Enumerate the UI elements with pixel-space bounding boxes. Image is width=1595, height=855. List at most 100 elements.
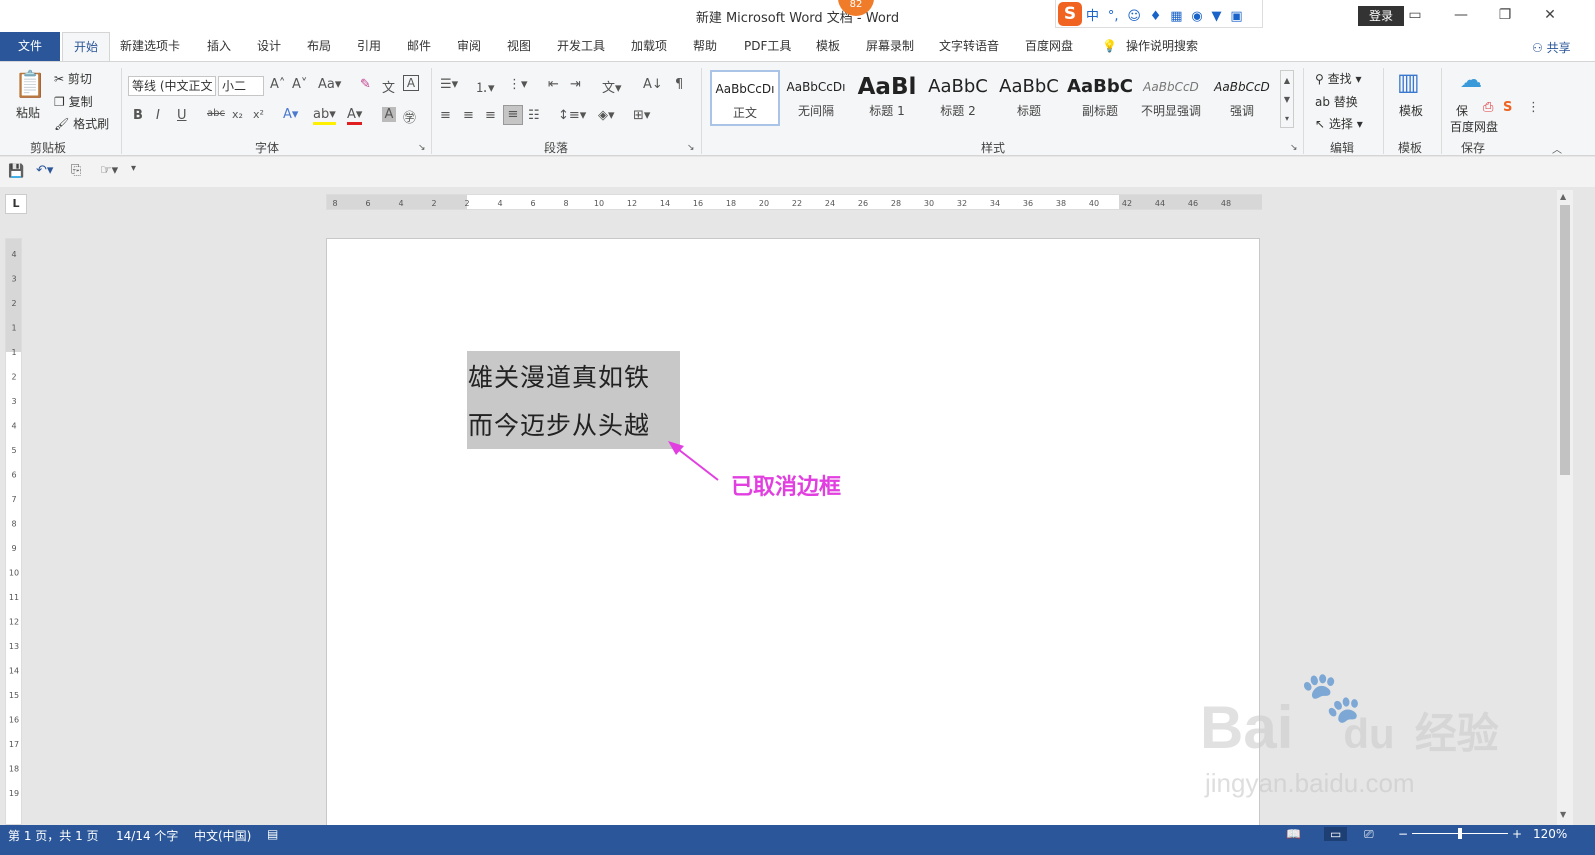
zoom-out-icon[interactable]: − xyxy=(1398,827,1408,841)
pdf-icon[interactable]: ⎙ xyxy=(1483,100,1493,115)
restore-icon[interactable]: ❐ xyxy=(1490,4,1520,26)
bold-icon[interactable]: B xyxy=(133,108,143,123)
word-count[interactable]: 14/14 个字 xyxy=(116,827,178,844)
login-button[interactable]: 登录 xyxy=(1358,6,1404,26)
style-heading-2[interactable]: AaBbC 标题 2 xyxy=(923,70,993,126)
style-normal[interactable]: AaBbCcDı 正文 xyxy=(710,70,780,126)
highlight-icon[interactable]: ab▾ xyxy=(313,107,336,125)
clear-format-icon[interactable]: ✎ xyxy=(360,77,371,92)
phonetic-guide-icon[interactable]: 文 xyxy=(382,77,395,96)
tab-home[interactable]: 开始 xyxy=(62,32,110,62)
shrink-font-icon[interactable]: A˅ xyxy=(292,77,307,92)
tab-layout[interactable]: 布局 xyxy=(303,32,335,62)
tab-mailings[interactable]: 邮件 xyxy=(403,32,435,62)
char-border-icon[interactable]: A xyxy=(403,75,419,91)
document-page[interactable] xyxy=(326,238,1260,838)
share-button[interactable]: ⚇ 共享 xyxy=(1532,39,1571,56)
save-button-line1[interactable]: 保 xyxy=(1456,102,1468,119)
tab-help[interactable]: 帮助 xyxy=(689,32,721,62)
increase-indent-icon[interactable]: ⇥ xyxy=(570,77,581,92)
italic-icon[interactable]: I xyxy=(156,108,160,123)
collapse-ribbon-icon[interactable]: ︿ xyxy=(1552,141,1562,156)
tell-me-search[interactable]: 操作说明搜索 xyxy=(1122,32,1202,62)
font-dialog-launcher-icon[interactable]: ↘ xyxy=(418,143,426,153)
justify-icon[interactable]: ≡ xyxy=(503,105,523,125)
subscript-icon[interactable]: x₂ xyxy=(232,108,243,121)
distributed-icon[interactable]: ☷ xyxy=(528,108,540,123)
macro-record-icon[interactable]: ▤ xyxy=(267,827,278,841)
undo-icon[interactable]: ↶▾ xyxy=(36,163,53,178)
poem-line-2[interactable]: 而今迈步从头越 xyxy=(468,406,650,442)
microphone-icon[interactable]: ♦ xyxy=(1150,9,1162,24)
touch-mode-icon[interactable]: ☞▾ xyxy=(100,163,118,178)
page-count[interactable]: 第 1 页，共 1 页 xyxy=(8,827,99,844)
tab-file[interactable]: 文件 xyxy=(0,32,60,62)
style-emphasis[interactable]: AaBbCcD 强调 xyxy=(1207,70,1277,126)
tab-text-to-speech[interactable]: 文字转语音 xyxy=(935,32,1003,62)
style-title[interactable]: AaBbC 标题 xyxy=(994,70,1064,126)
tab-screen-record[interactable]: 屏幕录制 xyxy=(862,32,918,62)
borders-icon[interactable]: ⊞▾ xyxy=(633,108,650,123)
redo-icon[interactable]: ⎘ xyxy=(71,163,81,178)
shading-icon[interactable]: ◈▾ xyxy=(598,108,615,123)
template-button[interactable]: 模板 xyxy=(1399,102,1423,119)
tab-insert[interactable]: 插入 xyxy=(203,32,235,62)
tab-references[interactable]: 引用 xyxy=(353,32,385,62)
show-marks-icon[interactable]: ¶ xyxy=(675,77,683,92)
style-subtitle[interactable]: AaBbC 副标题 xyxy=(1065,70,1135,126)
tab-developer[interactable]: 开发工具 xyxy=(553,32,609,62)
horizontal-ruler[interactable]: 8 6 4 2 2 4 6 8 10 12 14 16 18 20 22 24 26 28 30 32 34 36 38 40… xyxy=(326,194,1262,210)
customize-qat-icon[interactable]: ▾ xyxy=(131,163,136,174)
copy-button[interactable]: ❐ 复制 xyxy=(54,93,93,110)
language-status[interactable]: 中文(中国) xyxy=(194,827,251,844)
char-shading-icon[interactable]: A xyxy=(382,107,396,122)
overflow-icon[interactable]: ⋮ xyxy=(1527,100,1540,115)
vertical-ruler[interactable]: 4 3 2 1 1 2 3 4 5 6 7 8 9 10 11 12 13 14 15 16 17 18 19 xyxy=(5,238,22,825)
align-right-icon[interactable]: ≡ xyxy=(485,108,496,123)
align-center-icon[interactable]: ≡ xyxy=(463,108,474,123)
tab-template[interactable]: 模板 xyxy=(812,32,844,62)
change-case-icon[interactable]: Aa▾ xyxy=(318,77,341,92)
text-direction-icon[interactable]: 文▾ xyxy=(602,77,622,96)
decrease-indent-icon[interactable]: ⇤ xyxy=(548,77,559,92)
scroll-up-icon[interactable]: ▲ xyxy=(1560,192,1566,201)
template-icon[interactable]: ▥ xyxy=(1397,68,1420,96)
ime-lang[interactable]: 中 xyxy=(1086,5,1099,24)
sogou-icon[interactable]: S xyxy=(1503,100,1512,115)
numbering-icon[interactable]: ⒈▾ xyxy=(475,77,495,96)
line-spacing-icon[interactable]: ↕≡▾ xyxy=(558,108,586,123)
styles-scroll[interactable]: ▲ ▼ ▾ xyxy=(1280,70,1294,128)
sogou-logo-icon[interactable]: S xyxy=(1058,2,1082,26)
tab-addins[interactable]: 加载项 xyxy=(627,32,671,62)
tab-view[interactable]: 视图 xyxy=(503,32,535,62)
punctuation-icon[interactable]: °, xyxy=(1108,9,1119,24)
user-icon[interactable]: ◉ xyxy=(1191,9,1202,24)
style-heading-1[interactable]: AaBl 标题 1 xyxy=(852,70,922,126)
save-button-line2[interactable]: 百度网盘 xyxy=(1450,118,1498,135)
enclose-char-icon[interactable]: ㊫ xyxy=(403,107,416,126)
read-mode-icon[interactable]: 📖 xyxy=(1286,827,1301,841)
format-painter-button[interactable]: 🖌 格式刷 xyxy=(54,115,109,132)
select-button[interactable]: ↖ 选择 ▾ xyxy=(1315,115,1363,132)
baidu-cloud-icon[interactable]: ☁ xyxy=(1460,68,1482,93)
zoom-slider-thumb[interactable] xyxy=(1458,828,1462,839)
multilevel-list-icon[interactable]: ⋮▾ xyxy=(508,77,528,92)
style-subtle-emphasis[interactable]: AaBbCcD 不明显强调 xyxy=(1136,70,1206,126)
superscript-icon[interactable]: x² xyxy=(253,108,264,121)
ime-toolbar[interactable]: 中 °, ☺ ♦ ▦ ◉ ▼ ▣ xyxy=(1055,0,1263,28)
save-icon[interactable]: 💾 xyxy=(8,164,24,179)
font-color-icon[interactable]: A▾ xyxy=(347,107,363,125)
keyboard-icon[interactable]: ▦ xyxy=(1170,9,1182,24)
paragraph-dialog-launcher-icon[interactable]: ↘ xyxy=(687,143,695,153)
cut-button[interactable]: ✂ 剪切 xyxy=(54,70,92,87)
zoom-in-icon[interactable]: + xyxy=(1512,827,1522,841)
ribbon-display-options-icon[interactable]: ▭ xyxy=(1400,4,1430,26)
shirt-icon[interactable]: ▼ xyxy=(1211,9,1221,24)
find-button[interactable]: ⚲ 查找 ▾ xyxy=(1315,70,1361,87)
zoom-level[interactable]: 120% xyxy=(1533,827,1567,841)
styles-dialog-launcher-icon[interactable]: ↘ xyxy=(1290,143,1298,153)
style-no-spacing[interactable]: AaBbCcDı 无间隔 xyxy=(781,70,851,126)
close-icon[interactable]: ✕ xyxy=(1535,4,1565,26)
web-layout-icon[interactable]: ⎚ xyxy=(1364,827,1374,842)
align-left-icon[interactable]: ≡ xyxy=(440,108,451,123)
